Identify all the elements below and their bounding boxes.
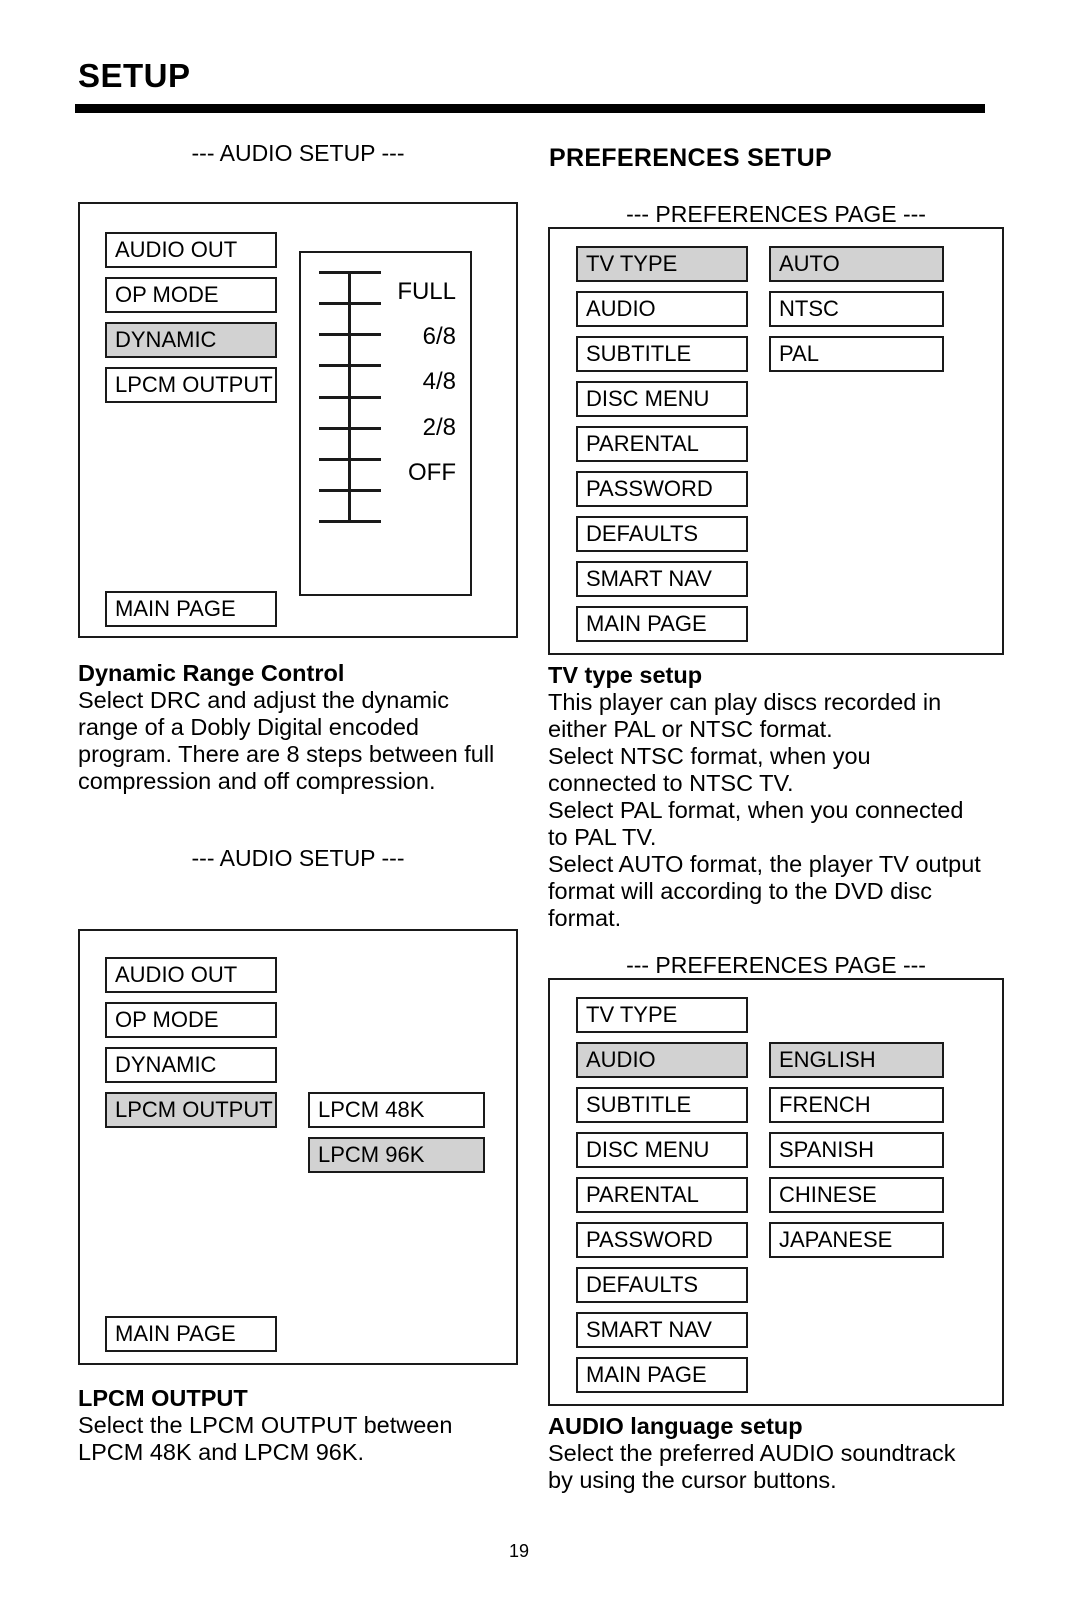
lpcm-option-lpcm-96k[interactable]: LPCM 96K [308,1137,485,1173]
prefs-menu-1-item-smart-nav[interactable]: SMART NAV [576,561,748,597]
prefs-menu-2-item-audio[interactable]: AUDIO [576,1042,748,1078]
drc-line-4: compression and off compression. [78,768,436,794]
header-divider-rule [75,104,985,113]
audio-menu-2-item-op-mode[interactable]: OP MODE [105,1002,277,1038]
tvtype-line-2: either PAL or NTSC format. [548,716,833,742]
prefs-menu-1-item-tv-type[interactable]: TV TYPE [576,246,748,282]
drc-label-full: FULL [397,278,456,305]
audio-menu-1-item-lpcm-output[interactable]: LPCM OUTPUT [105,367,277,403]
drc-description-heading: Dynamic Range Control [78,660,345,686]
audio-language-description-body: Select the preferred AUDIO soundtrack by … [548,1440,1004,1494]
prefs-menu-2-item-main-page[interactable]: MAIN PAGE [576,1357,748,1393]
audio-menu-2-item-audio-out[interactable]: AUDIO OUT [105,957,277,993]
audio-language-option-japanese[interactable]: JAPANESE [769,1222,944,1258]
tvtype-description-body: This player can play discs recorded in ei… [548,689,1004,932]
prefs-menu-1-item-defaults[interactable]: DEFAULTS [576,516,748,552]
audio-setup-caption-2: --- AUDIO SETUP --- [191,845,405,871]
audio-setup-caption-1: --- AUDIO SETUP --- [191,140,405,166]
tvtype-option-ntsc[interactable]: NTSC [769,291,944,327]
drc-line-1: Select DRC and adjust the dynamic [78,687,449,713]
preferences-setup-heading: PREFERENCES SETUP [549,144,832,172]
drc-label-4-8: 4/8 [422,368,456,395]
prefs-menu-2-item-defaults[interactable]: DEFAULTS [576,1267,748,1303]
audio-menu-2-item-lpcm-output[interactable]: LPCM OUTPUT [105,1092,277,1128]
tvtype-line-7: Select AUTO format, the player TV output [548,851,981,877]
prefs-menu-1-item-main-page[interactable]: MAIN PAGE [576,606,748,642]
lpcm-description: LPCM OUTPUT Select the LPCM OUTPUT betwe… [78,1385,528,1466]
audio-language-description: AUDIO language setup Select the preferre… [548,1413,1004,1494]
prefs-menu-2-item-disc-menu[interactable]: DISC MENU [576,1132,748,1168]
audio-menu-2-main-page[interactable]: MAIN PAGE [105,1316,277,1352]
drc-label-6-8: 6/8 [422,323,456,350]
drc-label-off: OFF [408,459,456,486]
tvtype-line-4: connected to NTSC TV. [548,770,794,796]
tvtype-line-6: to PAL TV. [548,824,657,850]
audio-language-line-2: by using the cursor buttons. [548,1467,837,1493]
tvtype-line-5: Select PAL format, when you connected [548,797,964,823]
drc-description: Dynamic Range Control Select DRC and adj… [78,660,518,795]
audio-language-line-1: Select the preferred AUDIO soundtrack [548,1440,956,1466]
prefs-menu-1-item-disc-menu[interactable]: DISC MENU [576,381,748,417]
lpcm-line-2: LPCM 48K and LPCM 96K. [78,1439,365,1465]
audio-language-option-english[interactable]: ENGLISH [769,1042,944,1078]
tvtype-description-heading: TV type setup [548,662,703,688]
prefs-menu-2-item-parental[interactable]: PARENTAL [576,1177,748,1213]
audio-language-option-spanish[interactable]: SPANISH [769,1132,944,1168]
page-number: 19 [509,1541,530,1561]
prefs-menu-2-item-subtitle[interactable]: SUBTITLE [576,1087,748,1123]
audio-language-description-heading: AUDIO language setup [548,1413,803,1439]
tvtype-description: TV type setup This player can play discs… [548,662,1004,932]
audio-language-option-chinese[interactable]: CHINESE [769,1177,944,1213]
manual-page: SETUP --- AUDIO SETUP --- AUDIO OUT OP MO… [0,0,1080,1618]
prefs-menu-2-item-tv-type[interactable]: TV TYPE [576,997,748,1033]
lpcm-description-heading: LPCM OUTPUT [78,1385,248,1411]
prefs-menu-2-item-smart-nav[interactable]: SMART NAV [576,1312,748,1348]
drc-line-2: range of a Dobly Digital encoded [78,714,419,740]
preferences-caption-2: --- PREFERENCES PAGE --- [626,952,926,978]
audio-menu-2-item-dynamic[interactable]: DYNAMIC [105,1047,277,1083]
tvtype-line-9: format. [548,905,622,931]
lpcm-line-1: Select the LPCM OUTPUT between [78,1412,453,1438]
preferences-caption-1: --- PREFERENCES PAGE --- [626,201,926,227]
audio-menu-1-item-op-mode[interactable]: OP MODE [105,277,277,313]
tvtype-line-3: Select NTSC format, when you [548,743,871,769]
audio-menu-1-item-dynamic[interactable]: DYNAMIC [105,322,277,358]
lpcm-option-lpcm-48k[interactable]: LPCM 48K [308,1092,485,1128]
drc-line-3: program. There are 8 steps between full [78,741,495,767]
drc-label-2-8: 2/8 [422,414,456,441]
audio-menu-1-main-page[interactable]: MAIN PAGE [105,591,277,627]
drc-tick-9 [319,520,381,523]
audio-language-option-french[interactable]: FRENCH [769,1087,944,1123]
audio-menu-1-item-audio-out[interactable]: AUDIO OUT [105,232,277,268]
prefs-menu-1-item-subtitle[interactable]: SUBTITLE [576,336,748,372]
prefs-menu-1-item-audio[interactable]: AUDIO [576,291,748,327]
drc-description-body: Select DRC and adjust the dynamic range o… [78,687,518,795]
drc-slider-stem[interactable] [348,271,351,520]
tvtype-line-1: This player can play discs recorded in [548,689,942,715]
lpcm-description-body: Select the LPCM OUTPUT between LPCM 48K a… [78,1412,528,1466]
page-title: SETUP [78,57,191,94]
tvtype-option-auto[interactable]: AUTO [769,246,944,282]
tvtype-line-8: format will according to the DVD disc [548,878,932,904]
prefs-menu-2-item-password[interactable]: PASSWORD [576,1222,748,1258]
prefs-menu-1-item-password[interactable]: PASSWORD [576,471,748,507]
prefs-menu-1-item-parental[interactable]: PARENTAL [576,426,748,462]
tvtype-option-pal[interactable]: PAL [769,336,944,372]
